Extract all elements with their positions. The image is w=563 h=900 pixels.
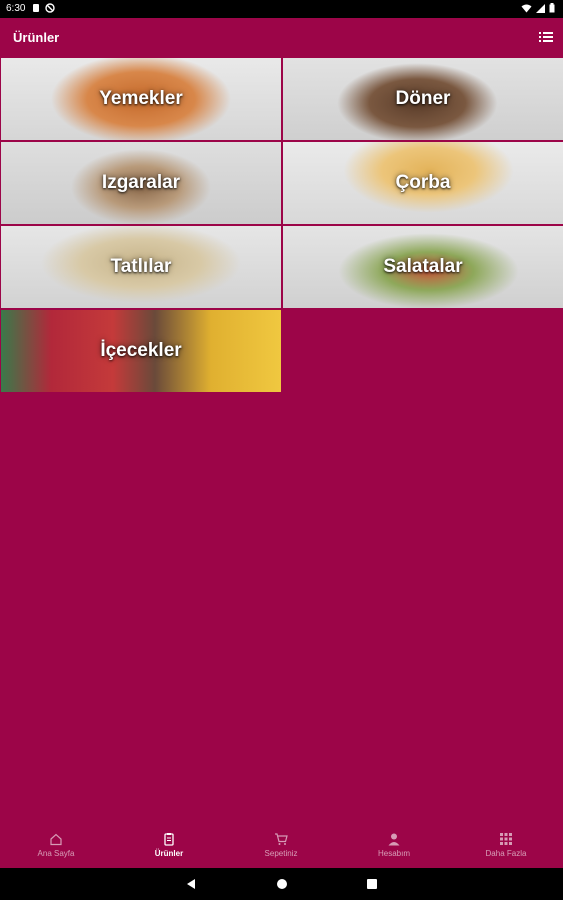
nav-home[interactable]: Ana Sayfa: [6, 832, 106, 866]
battery-icon: [549, 3, 555, 13]
person-icon: [388, 833, 400, 846]
status-notification-icons: [32, 3, 55, 13]
status-system-icons: [521, 3, 555, 13]
status-time: 6:30: [6, 3, 26, 14]
category-label: Çorba: [395, 172, 451, 193]
recents-icon[interactable]: [366, 878, 378, 890]
category-tile-icecekler[interactable]: İçecekler: [1, 310, 281, 392]
page-title: Ürünler: [13, 30, 60, 45]
category-tile-izgaralar[interactable]: Izgaralar: [1, 142, 281, 224]
grid-icon: [500, 833, 512, 845]
category-tile-salatalar[interactable]: Salatalar: [283, 226, 563, 308]
bottom-navigation: Ana Sayfa Ürünler Sepetiniz Hesabım Daha…: [0, 826, 563, 868]
nav-more[interactable]: Daha Fazla: [456, 832, 556, 866]
signal-icon: [536, 3, 545, 13]
category-tile-tatlilar[interactable]: Tatlılar: [1, 226, 281, 308]
nav-label: Ürünler: [154, 849, 184, 858]
category-label: İçecekler: [100, 340, 182, 361]
category-label: Izgaralar: [101, 172, 181, 193]
system-navigation-bar: [0, 868, 563, 900]
status-bar: 6:30: [0, 0, 563, 18]
home-circle-icon[interactable]: [276, 878, 288, 890]
sim-icon: [33, 4, 39, 12]
list-icon[interactable]: [539, 31, 553, 43]
clipboard-icon: [164, 833, 174, 846]
category-label: Salatalar: [383, 256, 463, 277]
nav-label: Daha Fazla: [485, 849, 527, 858]
home-icon: [50, 833, 62, 846]
no-entry-icon: [45, 3, 55, 13]
nav-products[interactable]: Ürünler: [119, 832, 219, 866]
category-label: Döner: [395, 88, 451, 109]
category-label: Tatlılar: [110, 256, 172, 277]
category-tile-corba[interactable]: Çorba: [283, 142, 563, 224]
cart-icon: [275, 833, 288, 845]
nav-label: Sepetiniz: [264, 849, 298, 858]
nav-account[interactable]: Hesabım: [344, 832, 444, 866]
category-label: Yemekler: [99, 88, 183, 109]
category-tile-doner[interactable]: Döner: [283, 58, 563, 140]
app-bar: Ürünler: [0, 18, 563, 56]
wifi-icon: [521, 4, 532, 12]
category-grid: Yemekler Döner Izgaralar Çorba Tatlılar …: [0, 56, 563, 392]
category-tile-yemekler[interactable]: Yemekler: [1, 58, 281, 140]
nav-label: Hesabım: [377, 849, 410, 858]
back-icon[interactable]: [185, 878, 197, 890]
nav-cart[interactable]: Sepetiniz: [231, 832, 331, 866]
nav-label: Ana Sayfa: [37, 849, 75, 858]
